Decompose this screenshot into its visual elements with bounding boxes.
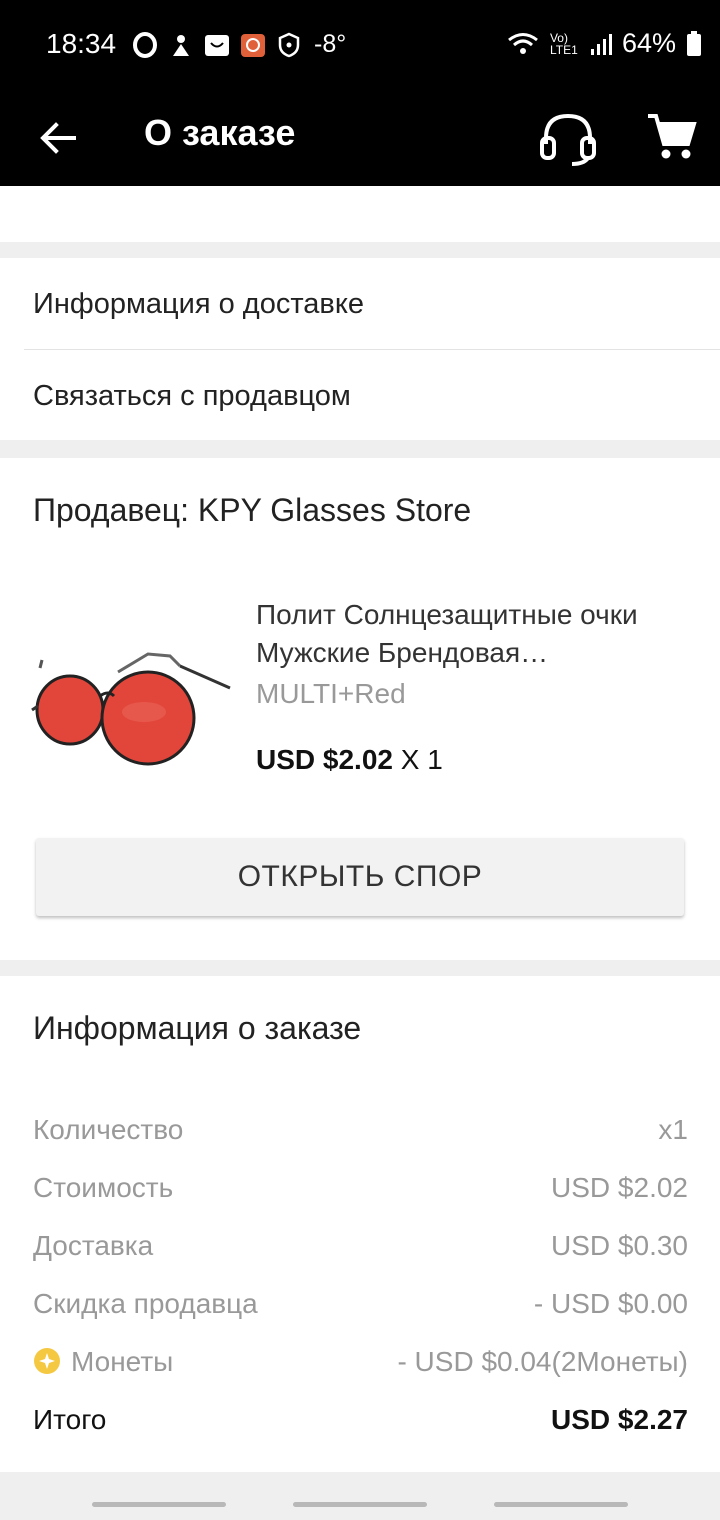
row-value: x1 xyxy=(658,1114,688,1145)
total-label: Итого xyxy=(33,1404,107,1435)
battery-icon xyxy=(687,30,701,56)
coins-label: Монеты xyxy=(71,1346,174,1377)
headset-icon[interactable] xyxy=(538,110,598,166)
contact-seller-label: Связаться с продавцом xyxy=(33,380,351,412)
info-row-total: Итого USD $2.27 xyxy=(33,1404,688,1444)
row-value: - USD $0.00 xyxy=(533,1288,688,1319)
nav-back-button[interactable] xyxy=(494,1502,628,1507)
seller-name[interactable]: Продавец: KPY Glasses Store xyxy=(33,492,471,529)
app-notification-icon xyxy=(173,34,189,56)
seller-card: Продавец: KPY Glasses Store Полит Солнце… xyxy=(0,458,720,960)
product-image[interactable] xyxy=(30,642,236,782)
shield-icon xyxy=(278,32,300,57)
aliexpress-icon xyxy=(205,34,229,56)
top-card xyxy=(0,186,720,242)
app-bar: О заказе xyxy=(0,92,720,186)
row-label-with-icon: Монеты xyxy=(33,1346,173,1378)
info-row-seller-discount: Скидка продавца - USD $0.00 xyxy=(33,1288,688,1328)
order-info-title: Информация о заказе xyxy=(33,1010,362,1046)
status-bar: 18:34 -8° Vo) LTE1 64% xyxy=(0,0,720,92)
wifi-icon xyxy=(508,32,538,54)
arrow-left-icon[interactable] xyxy=(34,114,82,162)
nav-home-button[interactable] xyxy=(293,1502,427,1507)
row-value: USD $0.30 xyxy=(551,1230,688,1261)
delivery-info-label: Информация о доставке xyxy=(33,288,364,320)
product-title[interactable]: Полит Солнцезащитные очки Мужские Брендо… xyxy=(256,596,696,672)
contact-seller-link[interactable]: Связаться с продавцом xyxy=(0,350,720,441)
page-title: О заказе xyxy=(144,112,296,153)
system-icons: Vo) LTE1 64% xyxy=(506,28,702,59)
product-quantity: X 1 xyxy=(400,744,443,775)
opera-icon xyxy=(133,31,157,58)
info-row-coins: Монеты - USD $0.04(2Монеты) xyxy=(33,1346,688,1386)
delivery-info-link[interactable]: Информация о доставке xyxy=(0,258,720,349)
open-dispute-button[interactable]: ОТКРЫТЬ СПОР xyxy=(36,838,684,916)
row-value: - USD $0.04(2Монеты) xyxy=(397,1346,688,1377)
nav-recent-button[interactable] xyxy=(92,1502,226,1507)
product-price-line: USD $2.02 X 1 xyxy=(256,744,443,776)
total-value: USD $2.27 xyxy=(551,1404,688,1435)
order-info-card: Информация о заказе Количество x1 Стоимо… xyxy=(0,976,720,1472)
info-row-cost: Стоимость USD $2.02 xyxy=(33,1172,688,1212)
product-variant: MULTI+Red xyxy=(256,678,406,709)
info-row-shipping: Доставка USD $0.30 xyxy=(33,1230,688,1270)
row-value: USD $2.02 xyxy=(551,1172,688,1203)
row-label: Количество xyxy=(33,1114,184,1145)
row-label: Доставка xyxy=(33,1230,154,1261)
info-row-quantity: Количество x1 xyxy=(33,1114,688,1154)
product-price: USD $2.02 xyxy=(256,744,393,775)
network-label: Vo) LTE1 xyxy=(549,30,578,57)
coin-icon xyxy=(34,1348,60,1374)
deal-app-icon xyxy=(241,33,265,57)
signal-icon xyxy=(590,33,612,55)
status-temperature: -8° xyxy=(314,30,347,58)
order-links-card: Информация о доставке Связаться с продав… xyxy=(0,258,720,440)
row-label: Стоимость xyxy=(33,1172,174,1203)
battery-percent: 64% xyxy=(621,28,676,58)
notification-icons: -8° xyxy=(132,30,346,59)
navigation-bar xyxy=(0,1490,720,1520)
row-label: Скидка продавца xyxy=(33,1288,258,1319)
cart-icon[interactable] xyxy=(644,110,698,164)
status-time: 18:34 xyxy=(46,28,117,59)
